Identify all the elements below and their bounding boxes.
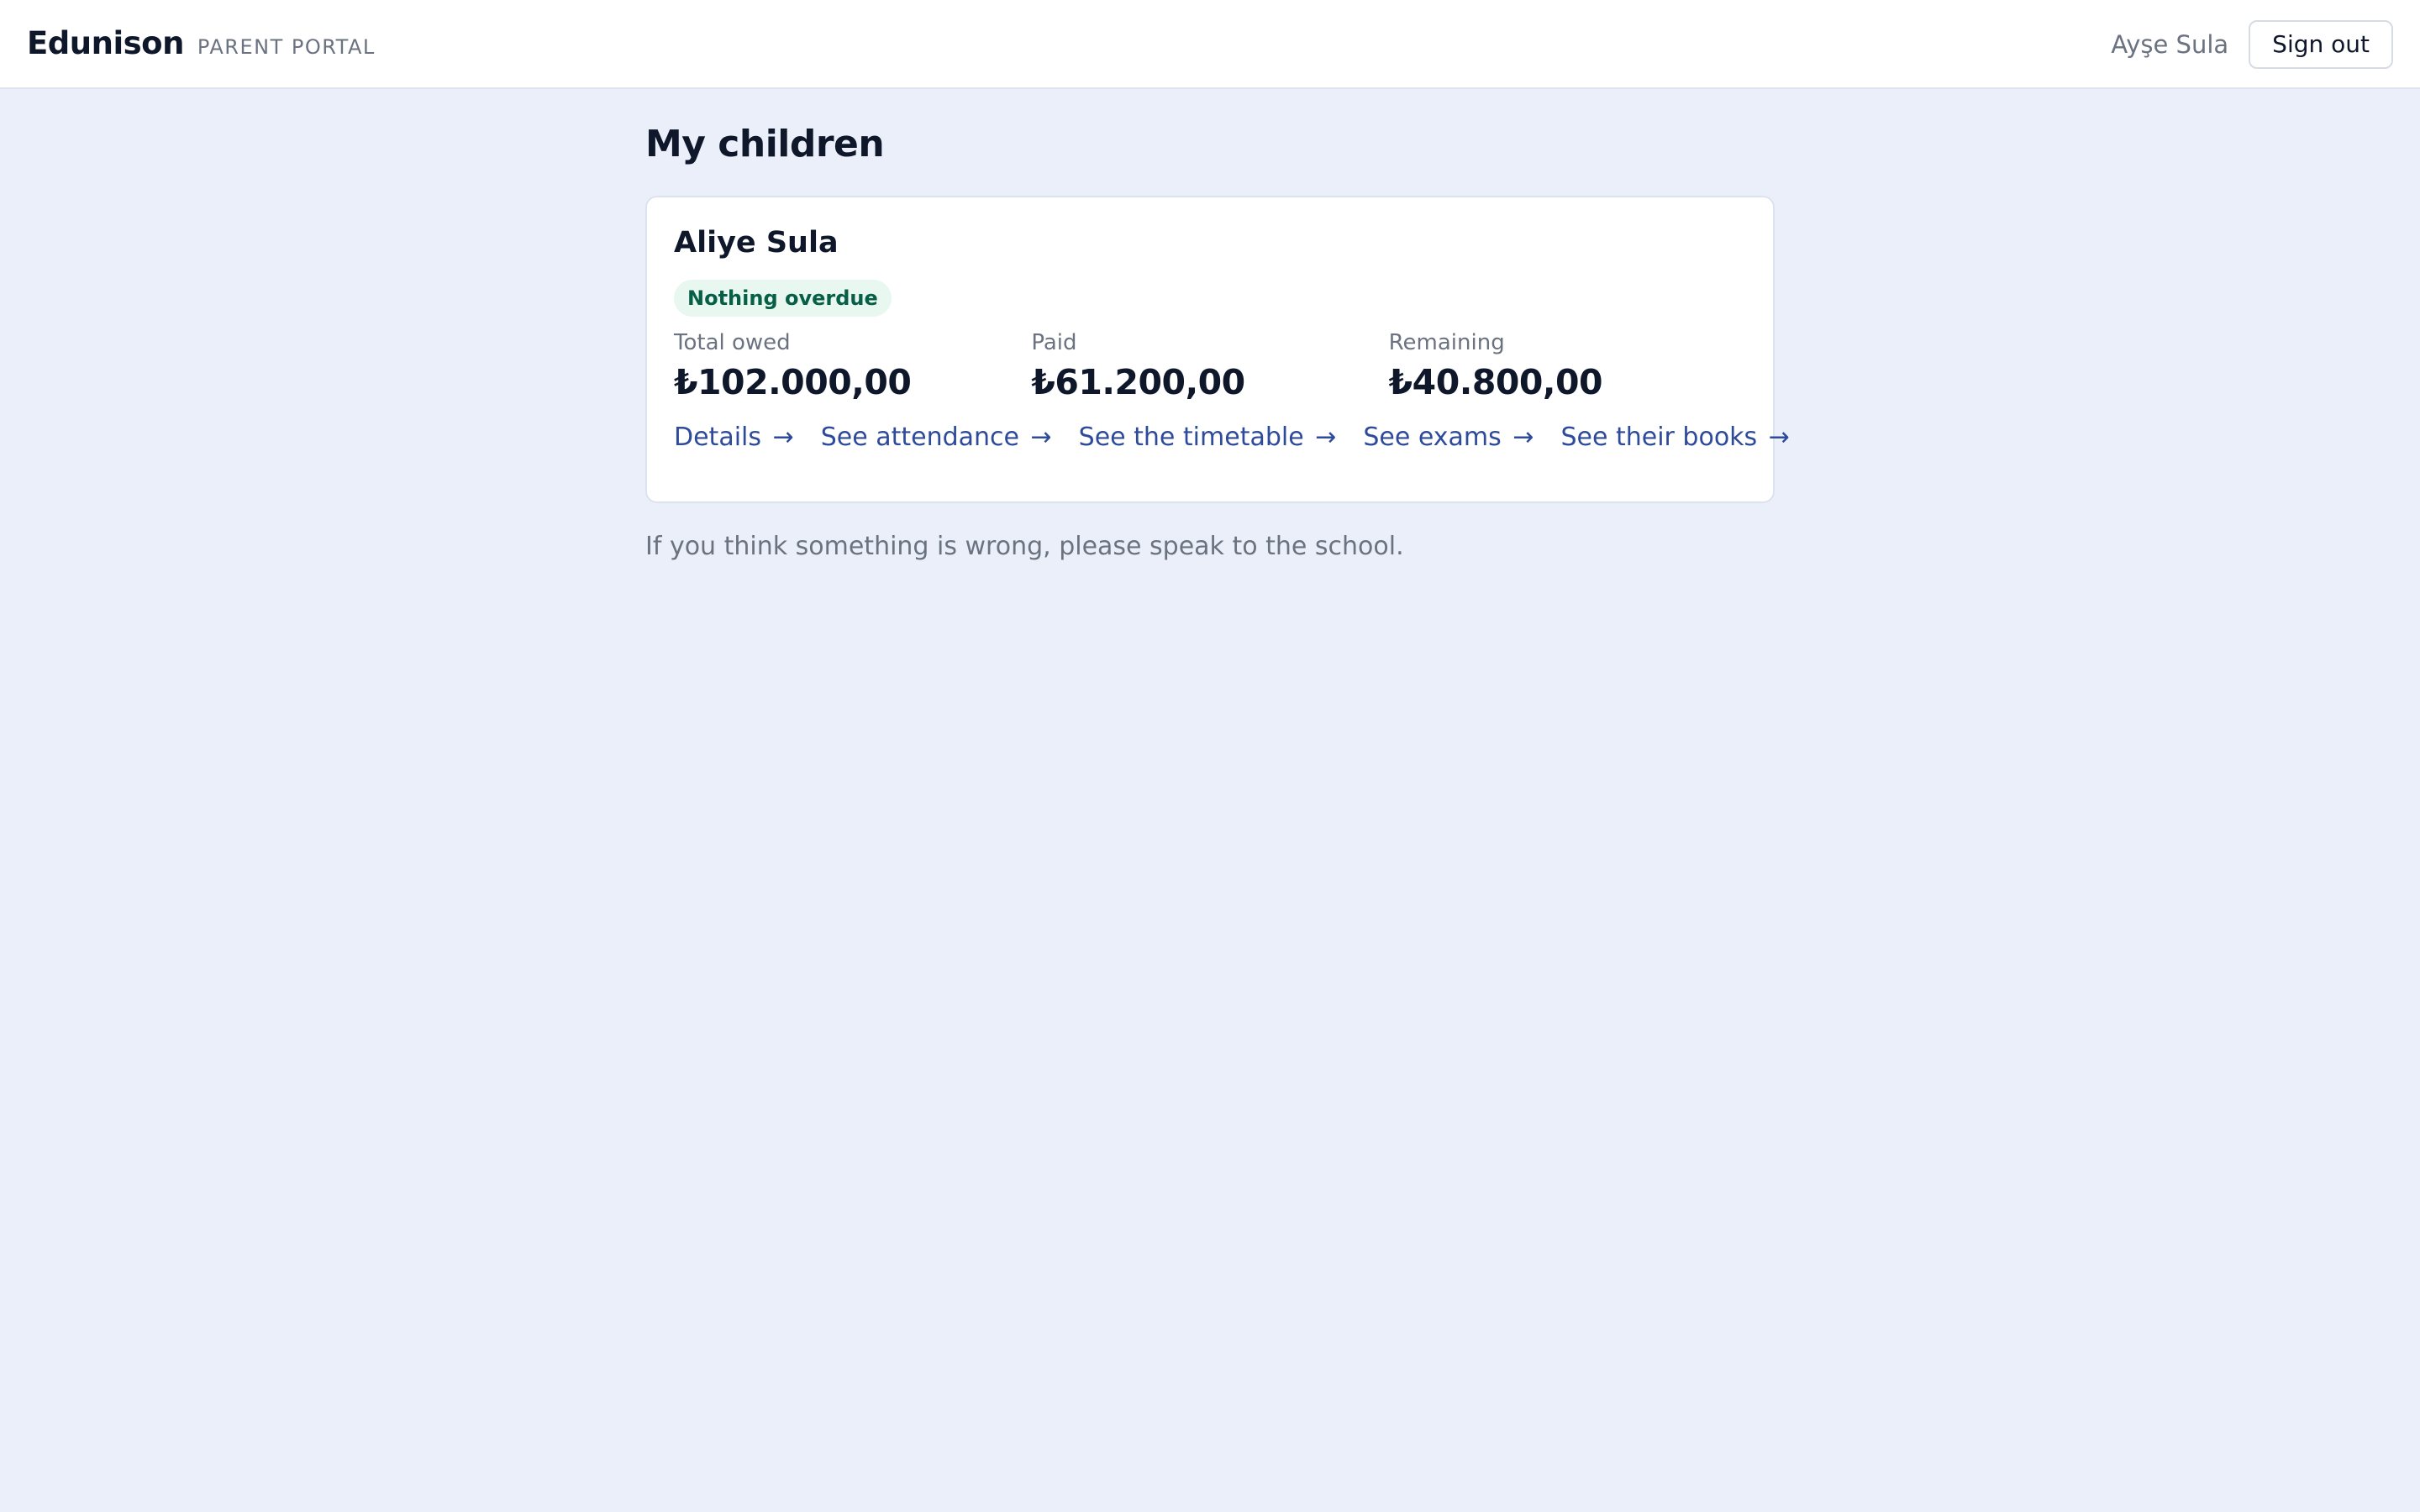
books-link[interactable]: See their books →: [1560, 423, 1789, 452]
stat-remaining: Remaining ₺40.800,00: [1389, 330, 1746, 402]
help-note: If you think something is wrong, please …: [645, 532, 1404, 561]
stat-value: ₺40.800,00: [1388, 362, 1603, 402]
timetable-link[interactable]: See the timetable →: [1079, 423, 1337, 452]
details-link[interactable]: Details →: [674, 423, 794, 452]
balance-stats: Total owed ₺102.000,00 Paid ₺61.200,00 R…: [674, 330, 1746, 402]
stat-value: ₺61.200,00: [1031, 362, 1245, 402]
stat-value: ₺102.000,00: [674, 362, 912, 402]
attendance-link[interactable]: See attendance →: [821, 423, 1052, 452]
user-area: Ayşe Sula Sign out: [2111, 20, 2393, 69]
arrow-right-icon: →: [1512, 423, 1534, 452]
status-badge: Nothing overdue: [674, 280, 892, 317]
link-label: Details: [674, 423, 762, 452]
stat-paid: Paid ₺61.200,00: [1031, 330, 1388, 402]
link-label: See their books: [1560, 423, 1758, 452]
portal-subtitle: PARENT PORTAL: [197, 35, 376, 59]
page-title: My children: [645, 123, 885, 165]
child-links: Details → See attendance → See the timet…: [674, 423, 1790, 452]
brand-name[interactable]: Edunison: [27, 25, 184, 61]
arrow-right-icon: →: [1768, 423, 1790, 452]
sign-out-button[interactable]: Sign out: [2249, 20, 2393, 69]
top-bar: Edunison PARENT PORTAL Ayşe Sula Sign ou…: [0, 0, 2420, 89]
arrow-right-icon: →: [1030, 423, 1052, 452]
stat-label: Total owed: [674, 330, 791, 355]
link-label: See the timetable: [1078, 423, 1304, 452]
exams-link[interactable]: See exams →: [1363, 423, 1534, 452]
brand: Edunison PARENT PORTAL: [27, 25, 376, 61]
child-card: Aliye Sula Nothing overdue Total owed ₺1…: [645, 196, 1790, 503]
link-label: See exams: [1363, 423, 1502, 452]
stat-label: Paid: [1031, 330, 1077, 355]
main-content: My children Aliye Sula Nothing overdue T…: [645, 123, 1790, 561]
stat-label: Remaining: [1388, 330, 1505, 355]
user-name: Ayşe Sula: [2111, 30, 2229, 59]
arrow-right-icon: →: [772, 423, 794, 452]
child-name: Aliye Sula: [674, 226, 839, 260]
stat-total-owed: Total owed ₺102.000,00: [674, 330, 1031, 402]
arrow-right-icon: →: [1315, 423, 1337, 452]
link-label: See attendance: [820, 423, 1019, 452]
